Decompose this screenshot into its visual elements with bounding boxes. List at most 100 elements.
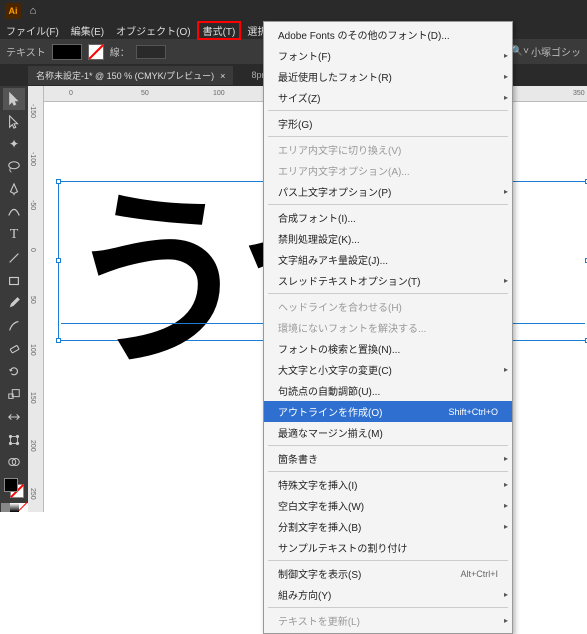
menu-item: 環境にないフォントを解決する... [264,317,512,338]
stroke-swatch-none[interactable] [88,44,104,60]
menu-item[interactable]: 分割文字を挿入(B) [264,516,512,537]
menu-item-label: 最適なマージン揃え(M) [278,425,383,440]
menu-item[interactable]: パス上文字オプション(P) [264,181,512,202]
rectangle-tool[interactable] [3,270,25,292]
stroke-weight-input[interactable] [136,45,166,59]
free-transform-tool[interactable] [3,429,25,451]
selection-tool[interactable] [3,88,25,110]
tool-panel: ✦ T [0,86,28,512]
titlebar: Ai ⌂ [0,0,587,21]
handle-bl[interactable] [56,338,61,343]
menu-separator [268,560,508,561]
handle-ml[interactable] [56,258,61,263]
shaper-tool[interactable] [3,315,25,337]
color-mode-toggles[interactable] [1,503,28,512]
menu-item[interactable]: 句読点の自動調節(U)... [264,380,512,401]
direct-selection-tool[interactable] [3,111,25,133]
fill-swatch[interactable] [52,44,82,60]
menu-item-label: 合成フォント(I)... [278,210,356,225]
menu-item[interactable]: 文字組みアキ量設定(J)... [264,249,512,270]
menu-item-label: アウトラインを作成(O) [278,404,382,419]
menu-item[interactable]: 禁則処理設定(K)... [264,228,512,249]
menu-separator [268,471,508,472]
menu-separator [268,110,508,111]
menu-item[interactable]: 制御文字を表示(S) Alt+Ctrl+I [264,563,512,584]
menu-item[interactable]: サンプルテキストの割り付け [264,537,512,558]
menu-item[interactable]: サイズ(Z) [264,87,512,108]
menu-item[interactable]: フォント(F) [264,45,512,66]
fill-stroke-indicator[interactable] [4,478,24,498]
menu-item[interactable]: フォントの検索と置換(N)... [264,338,512,359]
menu-item[interactable]: 組み方向(Y) [264,584,512,605]
width-tool[interactable] [3,406,25,428]
menu-item-label: フォント(F) [278,48,331,63]
menu-item: エリア内文字オプション(A)... [264,160,512,181]
menu-item[interactable]: 最近使用したフォント(R) [264,66,512,87]
menu-item-label: スレッドテキストオプション(T) [278,273,420,288]
menu-item-label: 句読点の自動調節(U)... [278,383,380,398]
menu-item-label: 禁則処理設定(K)... [278,231,360,246]
menu-item[interactable]: スレッドテキストオプション(T) [264,270,512,291]
paintbrush-tool[interactable] [3,292,25,314]
menu-item-label: テキストを更新(L) [278,613,360,628]
menu-item-label: エリア内文字オプション(A)... [278,163,410,178]
menu-書式[interactable]: 書式(T) [197,21,242,40]
magic-wand-tool[interactable]: ✦ [3,133,25,155]
handle-tl[interactable] [56,179,61,184]
menu-item[interactable]: 字形(G) [264,113,512,134]
font-name-field[interactable]: 小塚ゴシッ [531,44,581,59]
menu-separator [268,204,508,205]
menu-item-label: サンプルテキストの割り付け [278,540,407,555]
menu-item[interactable]: 特殊文字を挿入(I) [264,474,512,495]
menu-item-label: 箇条書き [278,451,318,466]
scale-tool[interactable] [3,383,25,405]
close-tab-icon[interactable]: × [220,71,225,81]
menu-item-label: 字形(G) [278,116,312,131]
menu-shortcut: Shift+Ctrl+O [448,407,498,417]
menu-item-label: フォントの検索と置換(N)... [278,341,400,356]
stroke-label: 線： [110,44,130,59]
menu-item[interactable]: 大文字と小文字の変更(C) [264,359,512,380]
eraser-tool[interactable] [3,338,25,360]
menu-item-label: 制御文字を表示(S) [278,566,361,581]
menu-item-label: サイズ(Z) [278,90,320,105]
type-menu-dropdown: Adobe Fonts のその他のフォント(D)... フォント(F) 最近使用した… [263,21,513,634]
menu-item-label: 環境にないフォントを解決する... [278,320,426,335]
menu-item[interactable]: アウトラインを作成(O) Shift+Ctrl+O [264,401,512,422]
menu-item-label: 特殊文字を挿入(I) [278,477,357,492]
document-tab[interactable]: 名称未設定-1* @ 150 % (CMYK/プレビュー)× [28,66,233,85]
menu-separator [268,293,508,294]
line-tool[interactable] [3,247,25,269]
menu-編集[interactable]: 編集(E) [65,21,110,40]
search-icon[interactable]: 🔍˅ [511,46,529,57]
menu-separator [268,136,508,137]
menu-item[interactable]: Adobe Fonts のその他のフォント(D)... [264,24,512,45]
app-logo: Ai [5,3,21,19]
menu-item-label: 最近使用したフォント(R) [278,69,392,84]
type-tool[interactable]: T [3,224,25,246]
menu-shortcut: Alt+Ctrl+I [460,569,498,579]
menu-item-label: 大文字と小文字の変更(C) [278,362,392,377]
selection-type-label: テキスト [6,44,46,59]
menu-item[interactable]: 空白文字を挿入(W) [264,495,512,516]
menu-ファイル[interactable]: ファイル(F) [0,21,65,40]
menu-item: テキストを更新(L) [264,610,512,631]
home-icon[interactable]: ⌂ [25,3,41,19]
menu-separator [268,445,508,446]
lasso-tool[interactable] [3,156,25,178]
menu-item[interactable]: 最適なマージン揃え(M) [264,422,512,443]
menu-item-label: 文字組みアキ量設定(J)... [278,252,388,267]
curvature-tool[interactable] [3,202,25,224]
pen-tool[interactable] [3,179,25,201]
menu-item-label: 組み方向(Y) [278,587,331,602]
menu-item-label: 空白文字を挿入(W) [278,498,364,513]
menu-item-label: Adobe Fonts のその他のフォント(D)... [278,27,450,42]
menu-item-label: パス上文字オプション(P) [278,184,391,199]
menu-item[interactable]: 箇条書き [264,448,512,469]
menu-item-label: エリア内文字に切り換え(V) [278,142,401,157]
menu-item-label: 分割文字を挿入(B) [278,519,361,534]
rotate-tool[interactable] [3,361,25,383]
menu-オブジェクト[interactable]: オブジェクト(O) [110,21,196,40]
shape-builder-tool[interactable] [3,452,25,474]
menu-item[interactable]: 合成フォント(I)... [264,207,512,228]
